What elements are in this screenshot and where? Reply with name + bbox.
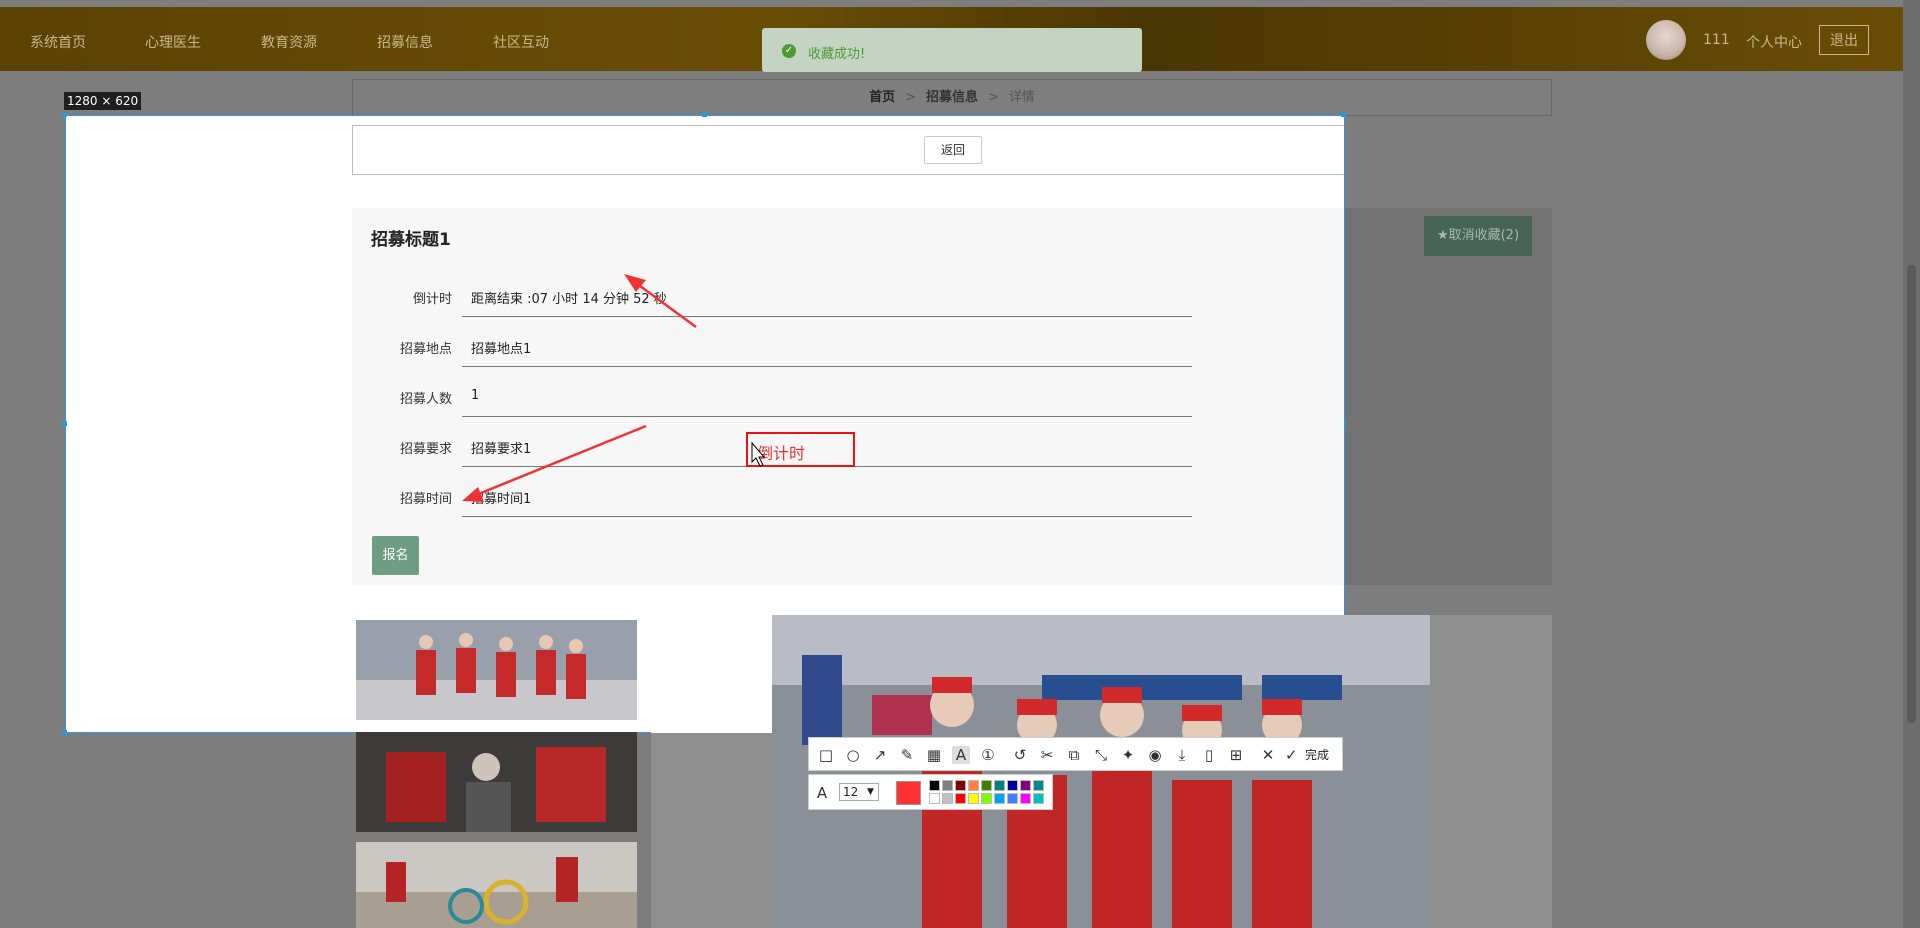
color-swatch[interactable] xyxy=(1033,780,1044,791)
color-swatch[interactable] xyxy=(981,780,992,791)
color-swatch[interactable] xyxy=(1020,780,1031,791)
thumbnail-image[interactable] xyxy=(356,732,637,832)
screenshot-toolbar: □ ○ ↗ ✎ ▦ A ① ↺ ✂ ⧉ ⤡ ✦ ◉ ⤓ ▯ ⊞ ✕ ✓ 完成 xyxy=(808,737,1343,771)
volunteer-park-photo xyxy=(356,842,637,928)
close-icon[interactable]: ✕ xyxy=(1259,746,1277,764)
number-icon[interactable]: ① xyxy=(979,746,997,764)
font-icon: A xyxy=(816,784,828,802)
arrow-annotation-2 xyxy=(462,424,647,502)
text-style-toolbar: A 12 ▼ xyxy=(808,774,1053,810)
ellipse-icon[interactable]: ○ xyxy=(844,746,862,764)
color-swatch[interactable] xyxy=(942,793,953,804)
text-icon[interactable]: A xyxy=(952,746,970,764)
color-swatch[interactable] xyxy=(1033,793,1044,804)
done-button[interactable]: 完成 xyxy=(1305,746,1329,763)
font-size-select[interactable]: 12 ▼ xyxy=(839,783,879,801)
color-swatch[interactable] xyxy=(968,793,979,804)
color-swatch[interactable] xyxy=(981,793,992,804)
check-icon[interactable]: ✓ xyxy=(1285,746,1298,764)
color-swatch[interactable] xyxy=(968,780,979,791)
mosaic-icon[interactable]: ▦ xyxy=(925,746,943,764)
scrollbar-thumb[interactable] xyxy=(1907,265,1916,723)
rectangle-icon[interactable]: □ xyxy=(817,746,835,764)
download-icon[interactable]: ⤓ xyxy=(1173,746,1191,764)
arrow-icon[interactable]: ↗ xyxy=(871,746,889,764)
pen-icon[interactable]: ✎ xyxy=(898,746,916,764)
thumbnail-image[interactable] xyxy=(356,842,637,928)
volunteer-group-photo xyxy=(356,620,637,720)
chevron-down-icon: ▼ xyxy=(867,787,874,797)
color-swatch[interactable] xyxy=(929,793,940,804)
color-swatch[interactable] xyxy=(1007,780,1018,791)
cut-icon[interactable]: ✂ xyxy=(1038,746,1056,764)
main-photo xyxy=(772,615,1430,928)
photo-area-in-selection xyxy=(651,615,772,733)
font-size-value: 12 xyxy=(843,785,859,799)
color-swatch[interactable] xyxy=(955,793,966,804)
active-color-swatch[interactable] xyxy=(896,781,921,805)
color-swatch[interactable] xyxy=(955,780,966,791)
undo-icon[interactable]: ↺ xyxy=(1011,746,1029,764)
thumbnail-image[interactable] xyxy=(356,620,637,720)
record-icon[interactable]: ◉ xyxy=(1146,746,1164,764)
volunteer-station-photo xyxy=(772,615,1430,928)
color-swatch[interactable] xyxy=(929,780,940,791)
color-swatch[interactable] xyxy=(1020,793,1031,804)
color-swatch[interactable] xyxy=(994,780,1005,791)
save-icon[interactable]: ⊞ xyxy=(1227,746,1245,764)
ocr-icon[interactable]: ⧉ xyxy=(1065,746,1083,764)
arrow-annotation-1 xyxy=(624,274,697,329)
pin-icon[interactable]: ✦ xyxy=(1119,746,1137,764)
volunteer-activity-photo xyxy=(356,732,637,832)
color-swatch[interactable] xyxy=(994,793,1005,804)
translate-icon[interactable]: ⤡ xyxy=(1092,746,1110,764)
color-swatch[interactable] xyxy=(1007,793,1018,804)
color-swatch[interactable] xyxy=(942,780,953,791)
mouse-cursor-icon xyxy=(751,441,766,467)
phone-icon[interactable]: ▯ xyxy=(1200,746,1218,764)
